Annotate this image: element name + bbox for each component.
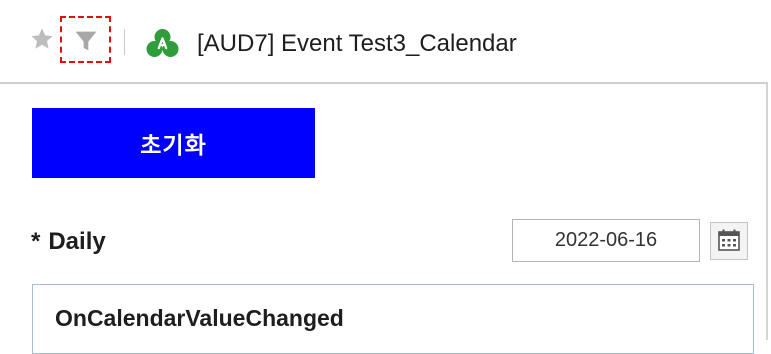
daily-date-input[interactable] — [512, 219, 700, 262]
header-bar: [AUD7] Event Test3_Calendar — [0, 0, 768, 84]
event-output-text: OnCalendarValueChanged — [55, 305, 344, 331]
star-icon[interactable] — [29, 26, 55, 52]
calendar-icon[interactable] — [710, 222, 748, 260]
daily-label-text: Daily — [48, 228, 106, 255]
required-marker: * — [31, 228, 41, 255]
event-output-box: OnCalendarValueChanged — [32, 284, 754, 354]
app-logo-icon — [146, 29, 179, 57]
page-title: [AUD7] Event Test3_Calendar — [197, 30, 517, 57]
daily-field-label: * Daily — [31, 226, 106, 258]
reset-button[interactable]: 초기화 — [32, 108, 315, 178]
header-divider — [124, 29, 125, 55]
filter-icon[interactable] — [72, 27, 100, 55]
